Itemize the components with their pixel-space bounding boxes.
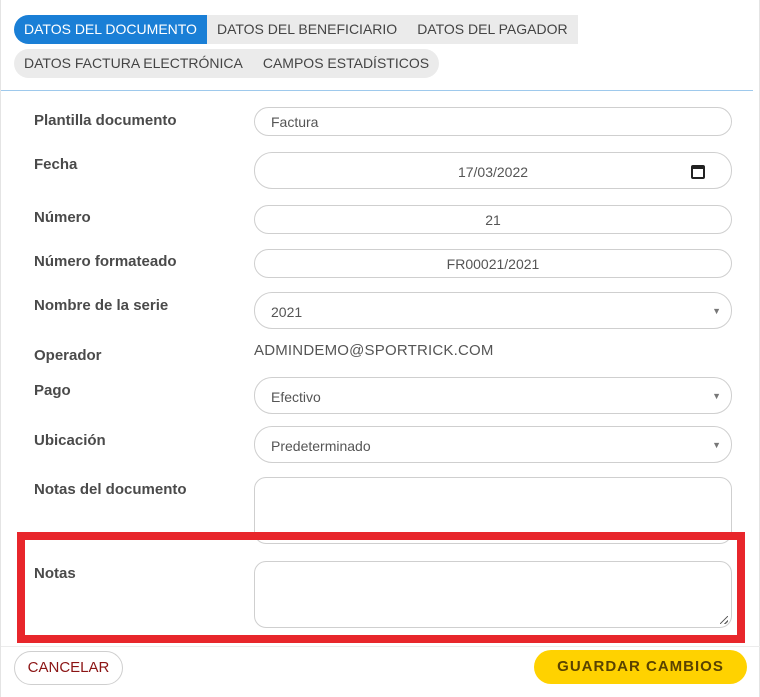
tab-datos-pagador[interactable]: DATOS DEL PAGADOR [407, 15, 578, 44]
fecha-input[interactable]: 17/03/2022 [254, 152, 732, 189]
numero-formateado-input[interactable]: FR00021/2021 [254, 249, 732, 278]
numero-formateado-label: Número formateado [34, 253, 177, 270]
operador-label: Operador [34, 347, 102, 364]
plantilla-value: Factura [271, 114, 319, 130]
notas-textarea[interactable] [254, 561, 732, 628]
numero-formateado-value: FR00021/2021 [446, 256, 540, 272]
dialog: DATOS DEL DOCUMENTO DATOS DEL BENEFICIAR… [0, 0, 760, 697]
serie-label: Nombre de la serie [34, 297, 169, 314]
fecha-label: Fecha [34, 156, 78, 173]
tab-datos-documento[interactable]: DATOS DEL DOCUMENTO [14, 15, 207, 44]
tab-datos-beneficiario[interactable]: DATOS DEL BENEFICIARIO [206, 15, 408, 44]
chevron-down-icon: ▼ [712, 439, 721, 450]
chevron-down-icon: ▼ [712, 390, 721, 401]
tabs-row-2: DATOS FACTURA ELECTRÓNICA CAMPOS ESTADÍS… [14, 49, 440, 78]
serie-select[interactable]: 2021 ▼ [254, 292, 732, 329]
notas-documento-label: Notas del documento [34, 481, 187, 498]
ubicacion-label: Ubicación [34, 432, 106, 449]
tabs-divider [1, 90, 753, 91]
notas-label: Notas [34, 565, 76, 582]
calendar-icon[interactable] [691, 165, 705, 179]
plantilla-field[interactable]: Factura [254, 107, 732, 136]
fecha-value: 17/03/2022 [457, 164, 529, 180]
tab-factura-electronica[interactable]: DATOS FACTURA ELECTRÓNICA [14, 49, 253, 78]
numero-value: 21 [485, 212, 501, 228]
plantilla-label: Plantilla documento [34, 112, 177, 129]
pago-label: Pago [34, 382, 71, 399]
operador-value: ADMINDEMO@SPORTRICK.COM [254, 342, 494, 359]
tabs-row-1: DATOS DEL DOCUMENTO DATOS DEL BENEFICIAR… [14, 15, 578, 44]
ubicacion-value: Predeterminado [271, 438, 371, 454]
resize-handle-icon[interactable] [720, 532, 728, 540]
numero-label: Número [34, 209, 91, 226]
ubicacion-select[interactable]: Predeterminado ▼ [254, 426, 732, 463]
chevron-down-icon: ▼ [712, 305, 721, 316]
tab-campos-estadisticos[interactable]: CAMPOS ESTADÍSTICOS [252, 49, 440, 78]
notas-documento-textarea[interactable] [254, 477, 732, 544]
footer-divider [1, 646, 760, 647]
pago-select[interactable]: Efectivo ▼ [254, 377, 732, 414]
save-button[interactable]: GUARDAR CAMBIOS [534, 650, 747, 684]
numero-input[interactable]: 21 [254, 205, 732, 234]
resize-handle-icon[interactable] [720, 616, 728, 624]
pago-value: Efectivo [271, 389, 321, 405]
serie-value: 2021 [271, 304, 303, 320]
cancel-button[interactable]: CANCELAR [14, 651, 123, 685]
